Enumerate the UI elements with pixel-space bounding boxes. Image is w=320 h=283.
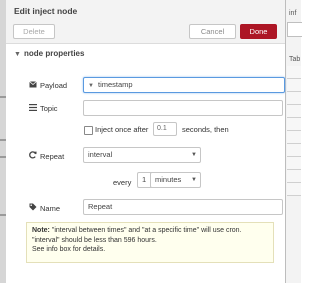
edit-node-dialog: Edit inject node Delete Cancel Done ▼ nod…: [6, 0, 286, 283]
every-number-value: 1: [142, 175, 147, 184]
dialog-toolbar: Delete Cancel Done: [6, 20, 285, 44]
units-select-value: minutes: [155, 175, 182, 184]
sidebar-list: [287, 66, 301, 196]
payload-type-input[interactable]: ▼ timestamp: [83, 77, 285, 93]
delete-button[interactable]: Delete: [13, 24, 55, 39]
payload-type-value: timestamp: [98, 80, 133, 89]
list-item[interactable]: [287, 157, 301, 170]
repeat-icon: [29, 151, 40, 161]
payload-label-row: Payload: [29, 81, 67, 90]
list-item[interactable]: [287, 131, 301, 144]
units-select[interactable]: minutes ▼: [150, 172, 201, 188]
list-item[interactable]: [287, 170, 301, 183]
section-title: node properties: [24, 49, 85, 58]
list-item[interactable]: [287, 66, 301, 79]
note-text-1: "interval between times" and "at a speci…: [49, 227, 242, 234]
repeat-select[interactable]: interval ▼: [83, 147, 201, 163]
cron-note: Note: "interval between times" and "at a…: [26, 222, 274, 263]
name-label: Name: [40, 203, 61, 213]
note-line-2: "interval" should be less than 596 hours…: [32, 236, 157, 244]
cancel-button[interactable]: Cancel: [189, 24, 236, 39]
name-input[interactable]: Repeat: [83, 199, 283, 215]
sidebar-tab-label: Tab: [289, 56, 301, 63]
note-line-1: Note: "interval between times" and "at a…: [32, 226, 268, 236]
envelope-icon: [29, 81, 40, 90]
caret-down-icon[interactable]: ▼: [88, 79, 98, 93]
done-button[interactable]: Done: [240, 24, 277, 39]
repeat-select-value: interval: [88, 150, 113, 159]
tag-icon: [29, 203, 40, 213]
list-item[interactable]: [287, 183, 301, 196]
list-item[interactable]: [287, 105, 301, 118]
payload-label: Payload: [40, 81, 68, 90]
dialog-title: Edit inject node: [14, 6, 78, 16]
caret-down-icon: ▼: [191, 152, 197, 158]
note-prefix: Note:: [32, 227, 50, 234]
inject-once-checkbox[interactable]: [84, 126, 93, 135]
sidebar-title: inf: [289, 10, 297, 17]
list-item[interactable]: [287, 144, 301, 157]
list-item[interactable]: [287, 92, 301, 105]
topic-input[interactable]: [83, 100, 283, 116]
note-line-3: See info box for details.: [32, 246, 106, 253]
inject-once-delay-input[interactable]: 0.1: [153, 122, 177, 136]
chevron-down-icon: ▼: [14, 51, 21, 58]
name-label-row: Name: [29, 203, 60, 213]
list-item[interactable]: [287, 118, 301, 131]
dialog-header: Edit inject node: [6, 0, 285, 21]
inject-once-suffix: seconds, then: [182, 125, 229, 134]
sidebar-tab[interactable]: [287, 22, 302, 37]
info-sidebar: inf Tab: [285, 0, 302, 283]
topic-label: Topic: [40, 104, 58, 113]
caret-down-icon: ▼: [191, 177, 197, 183]
repeat-label: Repeat: [40, 151, 65, 161]
topic-label-row: Topic: [29, 104, 58, 113]
every-label: every: [113, 178, 132, 187]
list-icon: [29, 104, 40, 113]
inject-once-label: Inject once after: [95, 125, 149, 134]
node-properties-section[interactable]: ▼ node properties: [14, 49, 84, 58]
repeat-label-row: Repeat: [29, 151, 64, 161]
list-item[interactable]: [287, 79, 301, 92]
